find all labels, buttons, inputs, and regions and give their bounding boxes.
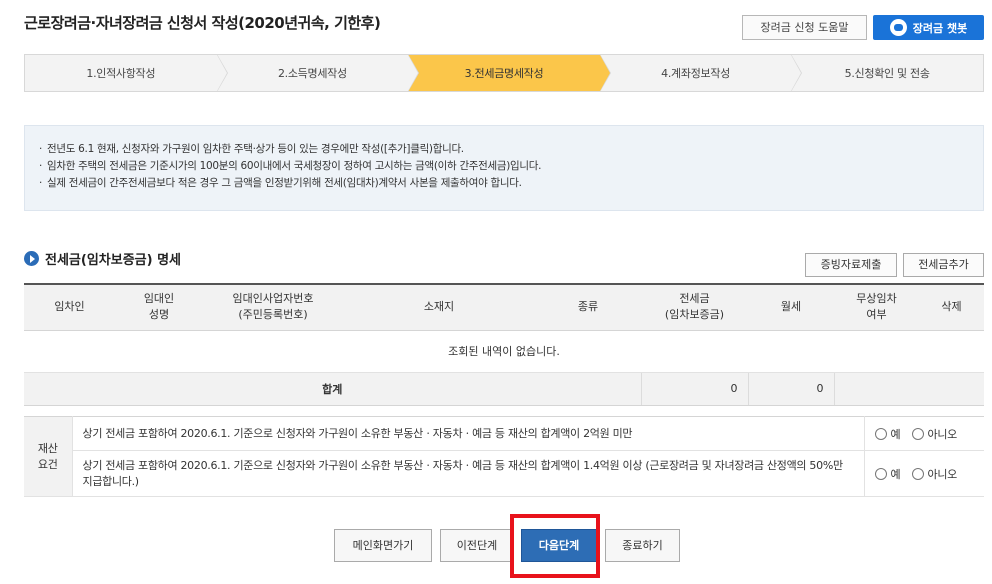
property-row: 재산 요건 상기 전세금 포함하여 2020.6.1. 기준으로 신청자와 가구원…	[24, 416, 984, 497]
property-requirement-table: 재산 요건 상기 전세금 포함하여 2020.6.1. 기준으로 신청자와 가구원…	[24, 416, 984, 497]
chatbot-button[interactable]: 장려금 챗봇	[873, 15, 984, 40]
step-confirm-submit: 5.신청확인 및 전송	[791, 55, 983, 91]
step-deposit-details: 3.전세금명세작성	[408, 54, 611, 92]
notice-box: 전년도 6.1 현재, 신청자와 가구원이 임차한 주택·상가 등이 있는 경우…	[24, 125, 984, 211]
empty-message: 조회된 내역이 없습니다.	[24, 330, 984, 373]
step-account-info: 4.계좌정보작성	[600, 54, 802, 92]
main-screen-button[interactable]: 메인화면가기	[334, 529, 432, 562]
column-header-type: 종류	[535, 283, 641, 331]
property-row: 상기 전세금 포함하여 2020.6.1. 기준으로 신청자와 가구원이 소유한…	[24, 450, 984, 497]
column-header-deposit: 전세금 (임차보증금)	[641, 283, 748, 331]
exit-button[interactable]: 종료하기	[605, 529, 680, 562]
evidence-submit-button[interactable]: 증빙자료제출	[805, 253, 897, 277]
sum-row: 합계 0 0	[24, 372, 984, 406]
column-header-free-lease: 무상임차 여부	[834, 283, 919, 331]
yes-radio[interactable]	[874, 467, 887, 480]
highlight-box	[510, 514, 600, 578]
property-option-group: 예 아니오	[863, 416, 984, 451]
step-label: 1.인적사항작성	[86, 67, 156, 80]
property-option-group: 예 아니오	[863, 450, 984, 497]
property-requirement-label: 재산 요건	[24, 416, 73, 497]
table-header-row: 임차인 임대인 성명 임대인사업자번호 (주민등록번호) 소재지 종류 전세금 (임차…	[24, 283, 984, 331]
column-header-delete: 삭제	[919, 283, 984, 331]
column-header-address: 소재지	[343, 283, 535, 331]
yes-radio[interactable]	[874, 427, 887, 440]
sum-empty-cell	[833, 372, 984, 406]
sum-deposit: 0	[640, 372, 748, 406]
add-deposit-button[interactable]: 전세금추가	[903, 253, 984, 277]
section-title: 전세금(임차보증금) 명세	[24, 249, 181, 268]
step-personal-info: 1.인적사항작성	[25, 54, 228, 92]
chatbot-icon	[889, 19, 907, 36]
deposit-table: 임차인 임대인 성명 임대인사업자번호 (주민등록번호) 소재지 종류 전세금 (임차…	[24, 283, 984, 406]
notice-item: 전년도 6.1 현재, 신청자와 가구원이 임차한 주택·상가 등이 있는 경우…	[39, 141, 969, 158]
step-label: 3.전세금명세작성	[464, 67, 544, 80]
step-label: 5.신청확인 및 전송	[844, 67, 930, 80]
step-label: 2.소득명세작성	[277, 67, 347, 80]
property-condition-text: 상기 전세금 포함하여 2020.6.1. 기준으로 신청자와 가구원이 소유한…	[72, 416, 864, 451]
column-header-monthly-rent: 월세	[748, 283, 834, 331]
section-title-text: 전세금(임차보증금) 명세	[45, 253, 182, 268]
sum-monthly-rent: 0	[747, 372, 834, 406]
no-radio[interactable]	[911, 467, 924, 480]
step-progress-bar: 1.인적사항작성 2.소득명세작성 3.전세금명세작성 4.계좌정보작성 5.신…	[24, 54, 984, 92]
yes-label: 예	[890, 467, 901, 481]
step-income-details: 2.소득명세작성	[217, 54, 419, 92]
sum-label: 합계	[24, 372, 641, 406]
column-header-landlord-name: 임대인 성명	[115, 283, 203, 331]
chatbot-button-label: 장려금 챗봇	[912, 21, 968, 35]
property-condition-text: 상기 전세금 포함하여 2020.6.1. 기준으로 신청자와 가구원이 소유한…	[72, 450, 864, 497]
column-header-tenant: 임차인	[24, 283, 115, 331]
column-header-landlord-id: 임대인사업자번호 (주민등록번호)	[203, 283, 343, 331]
notice-item: 실제 전세금이 간주전세금보다 적은 경우 그 금액을 인정받기위해 전세(임대…	[39, 175, 969, 192]
empty-row: 조회된 내역이 없습니다.	[24, 330, 984, 373]
no-radio[interactable]	[911, 427, 924, 440]
help-button[interactable]: 장려금 신청 도움말	[742, 15, 867, 40]
yes-label: 예	[890, 427, 901, 441]
page-title: 근로장려금·자녀장려금 신청서 작성(2020년귀속, 기한후)	[24, 14, 381, 32]
circle-arrow-icon	[24, 251, 39, 266]
previous-step-button[interactable]: 이전단계	[440, 529, 514, 562]
no-label: 아니오	[927, 427, 958, 441]
notice-item: 임차한 주택의 전세금은 기준시가의 100분의 60이내에서 국세청장이 정하…	[39, 158, 969, 175]
no-label: 아니오	[927, 467, 958, 481]
step-label: 4.계좌정보작성	[661, 67, 730, 80]
